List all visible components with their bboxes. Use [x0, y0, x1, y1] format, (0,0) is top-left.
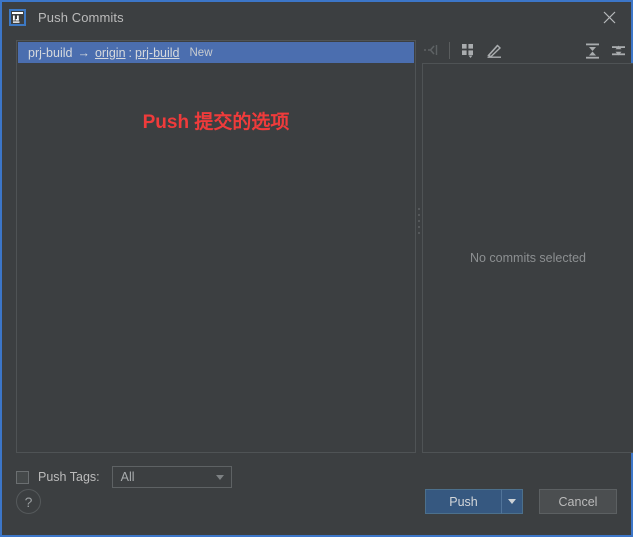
- push-commits-dialog: Push Commits prj-build → origin: prj-bu…: [0, 0, 633, 537]
- branch-separator: :: [128, 45, 133, 60]
- push-tags-checkbox[interactable]: [16, 470, 29, 484]
- annotation-text: Push 提交的选项: [142, 112, 290, 133]
- no-commits-selected-label: No commits selected: [469, 251, 586, 265]
- target-branch-link[interactable]: prj-build: [135, 46, 179, 60]
- push-tags-dropdown-value: All: [120, 470, 135, 484]
- cancel-button[interactable]: Cancel: [539, 489, 617, 514]
- intellij-idea-icon: [9, 8, 26, 26]
- arrow-icon: →: [77, 45, 90, 60]
- help-button[interactable]: ?: [16, 489, 41, 514]
- push-button[interactable]: Push: [425, 489, 501, 514]
- branch-row[interactable]: prj-build → origin : prj-build New: [18, 42, 414, 63]
- remote-link[interactable]: origin: [95, 46, 126, 60]
- source-branch-label: prj-build: [28, 45, 73, 60]
- dialog-body: prj-build → origin : prj-build New Push …: [2, 32, 633, 535]
- new-badge: New: [189, 46, 213, 59]
- commit-details-panel: No commits selected: [422, 63, 633, 453]
- window-title: Push Commits: [38, 9, 124, 25]
- dialog-footer: ? Push Cancel: [2, 483, 631, 535]
- close-icon[interactable]: [587, 2, 631, 32]
- footer-button-group: Push Cancel: [425, 489, 617, 514]
- push-tags-label: Push Tags:: [38, 470, 100, 484]
- chevron-down-icon: [508, 499, 516, 504]
- title-bar: Push Commits: [2, 2, 631, 32]
- chevron-down-icon: [215, 475, 224, 480]
- commits-tree-panel: prj-build → origin : prj-build New Push …: [16, 40, 416, 453]
- push-dropdown-button[interactable]: [501, 489, 523, 514]
